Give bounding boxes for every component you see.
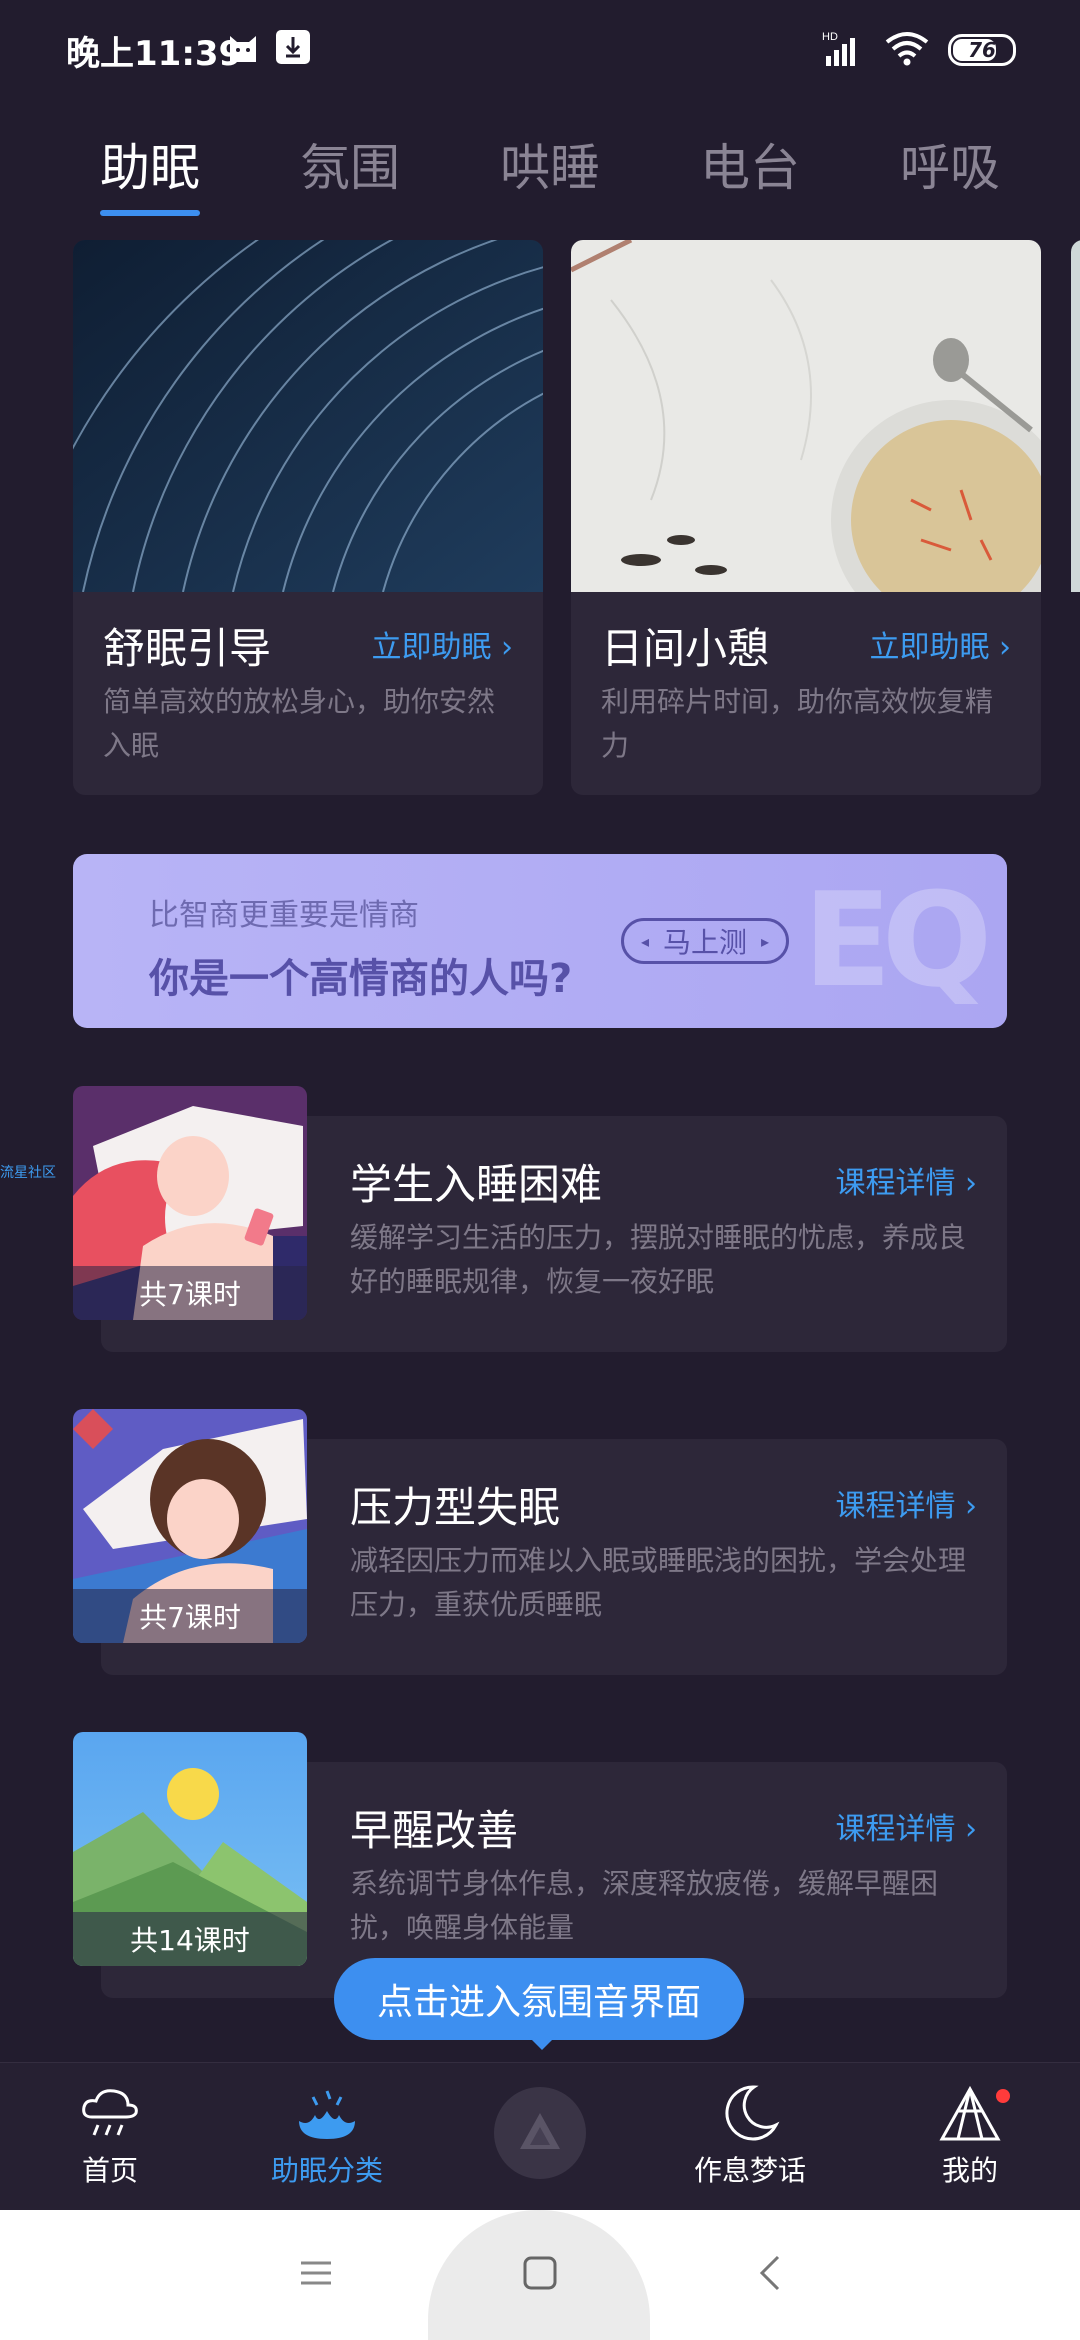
- featured-cards: 舒眠引导 立即助眠 › 简单高效的放松身心，助你安然入眠 日间小憩 立即助眠 ›…: [73, 240, 1080, 800]
- lesson-count: 共7课时: [73, 1589, 307, 1643]
- notification-dot: [996, 2089, 1010, 2103]
- start-sleep-link[interactable]: 立即助眠 ›: [371, 622, 513, 666]
- tab-breathing[interactable]: 呼吸: [900, 120, 1000, 230]
- course-description: 缓解学习生活的压力，摆脱对睡眠的忧虑，养成良好的睡眠规律，恢复一夜好眠: [350, 1221, 967, 1298]
- moon-icon: [718, 2081, 782, 2145]
- wifi-icon: [884, 30, 930, 70]
- cat-app-icon: [226, 30, 260, 64]
- next-card-peek[interactable]: [1071, 240, 1080, 592]
- tent-icon: [938, 2081, 1002, 2145]
- cloud-rain-icon: [78, 2081, 142, 2145]
- lesson-count: 共14课时: [73, 1912, 307, 1966]
- link-label: 课程详情: [835, 1166, 956, 1201]
- course-title: 早醒改善: [350, 1806, 519, 1855]
- eq-logo: EQ: [803, 864, 992, 1016]
- button-label: 马上测: [662, 926, 747, 959]
- chevron-right-icon: ›: [501, 630, 513, 665]
- link-label: 立即助眠: [371, 630, 492, 665]
- nav-routine-dreams[interactable]: 作息梦话: [670, 2081, 830, 2201]
- chevron-right-icon: ›: [965, 1166, 977, 1201]
- tab-label: 电台: [700, 139, 800, 197]
- nav-label: 作息梦话: [693, 2154, 806, 2187]
- banner-title: 你是一个高情商的人吗?: [149, 956, 573, 1002]
- course-details-link[interactable]: 课程详情 ›: [835, 1158, 977, 1202]
- side-watermark: 流星社区: [0, 1165, 56, 1181]
- network-type: HD: [822, 31, 838, 43]
- home-button[interactable]: [508, 2210, 572, 2340]
- category-tabs: 助眠 氛围 哄睡 电台 呼吸: [100, 120, 1000, 230]
- chevron-right-icon: ›: [965, 1812, 977, 1847]
- menu-button[interactable]: [286, 2210, 346, 2340]
- tab-active-indicator: [100, 210, 200, 216]
- link-label: 课程详情: [835, 1489, 956, 1524]
- course-title: 学生入睡困难: [350, 1160, 603, 1209]
- tab-ambience[interactable]: 氛围: [300, 120, 400, 230]
- card-title: 日间小憩: [601, 624, 770, 673]
- link-label: 立即助眠: [869, 630, 990, 665]
- card-description: 简单高效的放松身心，助你安然入眠: [103, 685, 496, 762]
- nav-label: 我的: [941, 2154, 998, 2187]
- square-icon: [522, 2255, 558, 2295]
- tab-label: 助眠: [100, 139, 200, 197]
- course-item[interactable]: 共14课时 早醒改善 课程详情 › 系统调节身体作息，深度释放疲倦，缓解早醒困扰…: [73, 1732, 1007, 1998]
- status-bar: 晚上11:39 HD 76: [0, 0, 1080, 100]
- tab-label: 哄睡: [500, 139, 600, 197]
- tab-label: 呼吸: [900, 139, 1000, 197]
- card-sleep-guide[interactable]: 舒眠引导 立即助眠 › 简单高效的放松身心，助你安然入眠: [73, 240, 543, 795]
- course-details-link[interactable]: 课程详情 ›: [835, 1804, 977, 1848]
- signal-icon: HD: [822, 30, 866, 70]
- course-description: 系统调节身体作息，深度释放疲倦，缓解早醒困扰，唤醒身体能量: [350, 1867, 939, 1944]
- link-label: 课程详情: [835, 1812, 956, 1847]
- course-item[interactable]: 共7课时 压力型失眠 课程详情 › 减轻因压力而难以入眠或睡眠浅的困扰，学会处理…: [73, 1409, 1007, 1675]
- play-ambience-button[interactable]: [494, 2087, 586, 2179]
- nav-label: 首页: [81, 2154, 138, 2187]
- course-thumbnail: 共7课时: [73, 1409, 307, 1643]
- system-nav-bar: [0, 2210, 1080, 2340]
- chevron-right-icon: ›: [965, 1489, 977, 1524]
- ambience-tooltip[interactable]: 点击进入氛围音界面: [334, 1958, 744, 2040]
- star-trails-image: [73, 240, 543, 592]
- chevron-right-icon: ›: [999, 630, 1011, 665]
- card-description: 利用碎片时间，助你高效恢复精力: [601, 685, 994, 762]
- tea-cup-image: [571, 240, 1041, 592]
- bottom-nav: 首页 助眠分类 作息梦话 我的: [0, 2062, 1080, 2210]
- card-daytime-nap[interactable]: 日间小憩 立即助眠 › 利用碎片时间，助你高效恢复精力: [571, 240, 1041, 795]
- tab-sleep-aid[interactable]: 助眠: [100, 120, 200, 230]
- battery-level: 76: [968, 38, 996, 62]
- lesson-count: 共7课时: [73, 1266, 307, 1320]
- course-item[interactable]: 共7课时 学生入睡困难 课程详情 › 缓解学习生活的压力，摆脱对睡眠的忧虑，养成…: [73, 1086, 1007, 1352]
- banner-subtitle: 比智商更重要是情商: [149, 898, 419, 933]
- nav-home[interactable]: 首页: [30, 2081, 190, 2201]
- course-description: 减轻因压力而难以入眠或睡眠浅的困扰，学会处理压力，重获优质睡眠: [350, 1544, 967, 1621]
- caret-left-icon: ◂: [640, 931, 649, 951]
- course-thumbnail: 共14课时: [73, 1732, 307, 1966]
- course-title: 压力型失眠: [350, 1483, 561, 1532]
- status-indicators: HD 76: [822, 30, 1016, 70]
- course-thumbnail: 共7课时: [73, 1086, 307, 1320]
- nav-label: 助眠分类: [270, 2154, 383, 2187]
- back-button[interactable]: [740, 2210, 800, 2340]
- triangle-play-icon: [516, 2109, 564, 2157]
- download-icon: [276, 30, 310, 64]
- tab-radio[interactable]: 电台: [700, 120, 800, 230]
- test-now-button[interactable]: ◂ 马上测 ▸: [621, 918, 789, 964]
- card-title: 舒眠引导: [103, 624, 272, 673]
- lotus-icon: [295, 2081, 359, 2145]
- eq-test-banner[interactable]: 比智商更重要是情商 你是一个高情商的人吗? ◂ 马上测 ▸ EQ: [73, 854, 1007, 1028]
- tooltip-arrow: [528, 2036, 556, 2050]
- tab-lullaby[interactable]: 哄睡: [500, 120, 600, 230]
- caret-right-icon: ▸: [761, 931, 770, 951]
- start-sleep-link[interactable]: 立即助眠 ›: [869, 622, 1011, 666]
- course-details-link[interactable]: 课程详情 ›: [835, 1481, 977, 1525]
- menu-icon: [299, 2258, 333, 2292]
- tab-label: 氛围: [300, 139, 400, 197]
- nav-profile[interactable]: 我的: [890, 2081, 1050, 2201]
- battery-icon: 76: [948, 34, 1016, 66]
- status-time: 晚上11:39: [66, 34, 243, 74]
- chevron-left-icon: [758, 2253, 782, 2297]
- nav-sleep-categories[interactable]: 助眠分类: [247, 2081, 407, 2201]
